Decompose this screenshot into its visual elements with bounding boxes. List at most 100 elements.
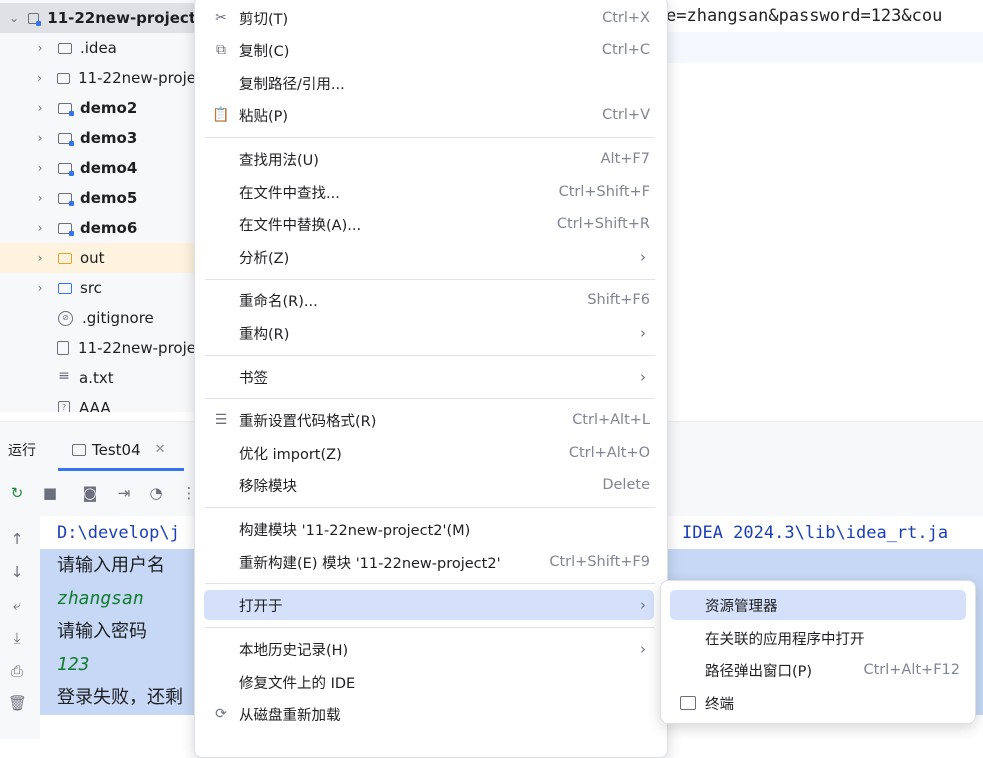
console-line-text: zhangsan: [57, 588, 144, 609]
context-menu-item[interactable]: 重新构建(E) 模块 '11-22new-project2' Ctrl+Shift…: [204, 547, 654, 577]
context-menu-item-label: 构建模块 '11-22new-project2'(M): [239, 522, 471, 539]
context-menu-item[interactable]: 查找用法(U) Alt+F7: [204, 144, 654, 174]
context-menu-item[interactable]: 重构(R) ›: [204, 318, 654, 348]
context-menu-item[interactable]: 修复文件上的 IDE: [204, 667, 654, 697]
context-menu-item[interactable]: 📋 粘贴(P) Ctrl+V: [204, 100, 654, 130]
tab-test04[interactable]: Test04 ✕: [58, 430, 184, 469]
context-menu-item-label: 书签: [239, 370, 268, 387]
console-line-text: 请输入用户名: [57, 555, 165, 576]
reload-icon: ⟳: [215, 706, 227, 722]
run-tab-label: Test04: [92, 440, 141, 459]
menu-separator: [205, 279, 655, 280]
tree-item[interactable]: ≡ a.txt: [0, 363, 196, 393]
chevron-right-icon: ›: [640, 596, 646, 614]
context-menu-item[interactable]: 优化 import(Z) Ctrl+Alt+O: [204, 438, 654, 468]
context-menu-item-shortcut: Ctrl+Shift+R: [556, 216, 650, 232]
terminal-icon: [680, 696, 696, 710]
tree-root-row[interactable]: ⌄ 11-22new-project: [0, 3, 196, 33]
chevron-right-icon[interactable]: ›: [32, 131, 48, 145]
chevron-right-icon[interactable]: ›: [32, 71, 47, 85]
chevron-right-icon[interactable]: ›: [32, 161, 48, 175]
tree-item[interactable]: › .idea: [0, 33, 196, 63]
module-folder-icon: [28, 12, 42, 26]
submenu-item-label: 资源管理器: [705, 598, 778, 615]
context-menu-item-label: 移除模块: [239, 478, 297, 495]
context-menu-item[interactable]: 书签 ›: [204, 362, 654, 392]
tree-item[interactable]: › demo4: [0, 153, 196, 183]
submenu-item-label: 在关联的应用程序中打开: [705, 631, 865, 648]
context-menu-item[interactable]: 重命名(R)... Shift+F6: [204, 285, 654, 315]
context-menu-item[interactable]: 移除模块 Delete: [204, 470, 654, 500]
context-menu: ✂ 剪切(T) Ctrl+X ⧉ 复制(C) Ctrl+C 复制路径/引用... 📋 粘贴(P)…: [194, 0, 668, 758]
rerun-icon[interactable]: ↻: [8, 484, 26, 502]
folder-icon: [58, 42, 72, 54]
open-in-submenu: 资源管理器在关联的应用程序中打开路径弹出窗口(P) Ctrl+Alt+F12 终端: [660, 580, 976, 724]
context-menu-item[interactable]: 构建模块 '11-22new-project2'(M): [204, 514, 654, 544]
context-menu-item-label: 本地历史记录(H): [239, 642, 349, 659]
trash-icon[interactable]: 🗑: [8, 694, 27, 712]
chevron-right-icon[interactable]: ›: [32, 101, 48, 115]
tree-item-label: .gitignore: [82, 309, 154, 327]
scroll-to-end-icon[interactable]: ⤓: [8, 629, 26, 647]
chevron-right-icon[interactable]: ›: [32, 191, 48, 205]
module-folder-icon: [58, 132, 74, 146]
ignore-file-icon: ⊘: [58, 310, 73, 326]
context-menu-item[interactable]: 复制路径/引用...: [204, 68, 654, 98]
gauge-icon[interactable]: ◔: [147, 484, 165, 502]
menu-separator: [205, 398, 655, 399]
tree-item-label: .idea: [80, 39, 117, 57]
tree-item[interactable]: › demo3: [0, 123, 196, 153]
context-menu-item[interactable]: 在文件中查找... Ctrl+Shift+F: [204, 177, 654, 207]
tree-item[interactable]: › src: [0, 273, 196, 303]
tree-item[interactable]: › 11-22new-proje: [0, 63, 196, 93]
tree-item[interactable]: › demo6: [0, 213, 196, 243]
tree-item-label: demo2: [80, 99, 138, 117]
chevron-right-icon: ›: [640, 324, 646, 342]
context-menu-item[interactable]: 在文件中替换(A)... Ctrl+Shift+R: [204, 209, 654, 239]
context-menu-item-label: 复制路径/引用...: [239, 76, 345, 93]
context-menu-item[interactable]: 打开于 ›: [204, 590, 654, 620]
arrow-down-icon[interactable]: ↓: [8, 563, 26, 581]
submenu-item[interactable]: 终端: [670, 688, 966, 718]
editor-code-line[interactable]: e=zhangsan&password=123&cou: [666, 6, 942, 26]
context-menu-item-label: 剪切(T): [239, 11, 289, 28]
chevron-right-icon[interactable]: ›: [32, 281, 48, 295]
chevron-down-icon[interactable]: ⌄: [8, 11, 20, 25]
project-tree: ⌄ 11-22new-project › .idea › 11-22new-proje…: [0, 0, 196, 412]
context-menu-item[interactable]: ☰ 重新设置代码格式(R) Ctrl+Alt+L: [204, 405, 654, 435]
tree-item[interactable]: ? AAA: [0, 393, 196, 412]
tree-item[interactable]: ⊘ .gitignore: [0, 303, 196, 333]
chevron-right-icon[interactable]: ›: [32, 221, 48, 235]
context-menu-item[interactable]: 分析(Z) ›: [204, 242, 654, 272]
chevron-right-icon[interactable]: ›: [32, 251, 48, 265]
submenu-item[interactable]: 资源管理器: [670, 590, 966, 620]
camera-icon[interactable]: ◙: [81, 484, 99, 502]
context-menu-item-label: 粘贴(P): [239, 108, 289, 125]
tree-item-label: 11-22new-proje: [78, 339, 196, 357]
console-line-text: 请输入密码: [57, 621, 147, 642]
console-line-text: 登录失败，还剩: [57, 687, 183, 708]
scissors-icon: ✂: [215, 10, 227, 26]
context-menu-item[interactable]: ⧉ 复制(C) Ctrl+C: [204, 35, 654, 65]
tree-item[interactable]: 11-22new-proje: [0, 333, 196, 363]
context-menu-item[interactable]: 本地历史记录(H) ›: [204, 634, 654, 664]
context-menu-item[interactable]: ✂ 剪切(T) Ctrl+X: [204, 3, 654, 33]
stop-icon[interactable]: ■: [41, 484, 59, 502]
submenu-item[interactable]: 路径弹出窗口(P) Ctrl+Alt+F12: [670, 655, 966, 685]
tree-item[interactable]: › demo2: [0, 93, 196, 123]
arrow-up-icon[interactable]: ↑: [8, 530, 26, 548]
exit-icon[interactable]: ⇥: [115, 484, 133, 502]
chevron-right-icon[interactable]: ›: [32, 41, 48, 55]
tree-item-label: demo5: [80, 189, 138, 207]
tree-item[interactable]: › demo5: [0, 183, 196, 213]
unknown-file-icon: ?: [58, 401, 70, 412]
context-menu-item-label: 分析(Z): [239, 250, 290, 267]
tree-item[interactable]: › out: [0, 243, 196, 273]
submenu-item[interactable]: 在关联的应用程序中打开: [670, 623, 966, 653]
soft-wrap-icon[interactable]: ⤶: [8, 596, 26, 614]
close-icon[interactable]: ✕: [155, 442, 166, 457]
context-menu-item-shortcut: Ctrl+Alt+L: [572, 412, 650, 428]
print-icon[interactable]: ⎙: [8, 662, 26, 680]
context-menu-item[interactable]: ⟳ 从磁盘重新加载: [204, 699, 654, 729]
iml-file-icon: [57, 341, 70, 355]
